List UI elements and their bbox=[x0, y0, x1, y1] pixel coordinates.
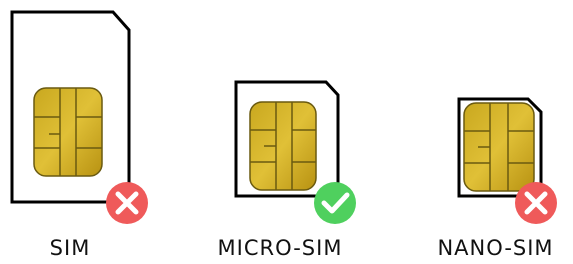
micro-sim-label: MICRO-SIM bbox=[217, 236, 343, 260]
invalid-x-icon bbox=[106, 182, 148, 224]
nano-sim-chip bbox=[463, 102, 535, 192]
nano-sim-label: NANO-SIM bbox=[437, 236, 554, 260]
micro-sim-chip bbox=[249, 101, 317, 191]
invalid-x-icon bbox=[515, 182, 557, 224]
sim-chip bbox=[33, 87, 103, 177]
micro-sim-card bbox=[234, 80, 356, 224]
valid-check-icon bbox=[314, 182, 356, 224]
sim-label: SIM bbox=[49, 236, 91, 260]
sim-card-comparison bbox=[10, 10, 557, 224]
nano-sim-card bbox=[457, 97, 557, 224]
sim-card bbox=[10, 10, 148, 224]
